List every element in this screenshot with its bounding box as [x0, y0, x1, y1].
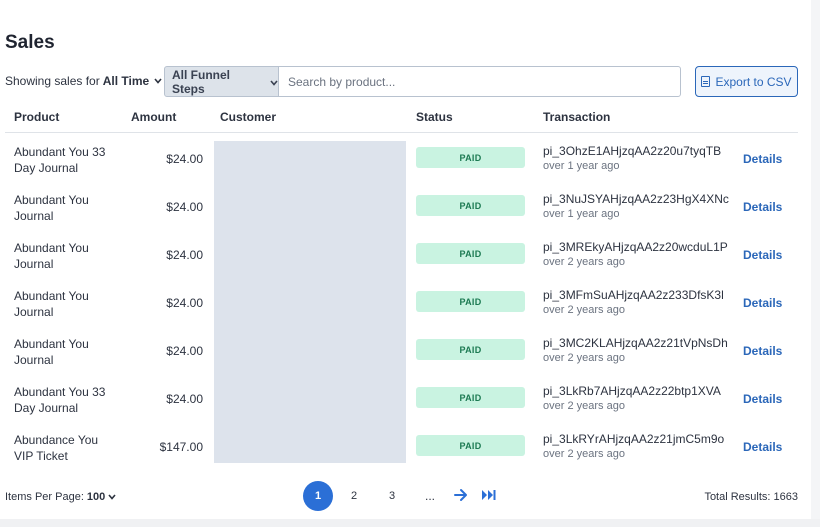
status-badge: PAID — [416, 339, 525, 360]
status-badge: PAID — [416, 435, 525, 456]
status-badge: PAID — [416, 195, 525, 216]
table-row: Abundance You VIP Ticket $147.00 PAID pi… — [0, 429, 811, 477]
transaction-id: pi_3MFmSuAHjzqAA2z233DfsK3l — [543, 288, 724, 302]
time-range-filter[interactable]: Showing sales for All Time — [5, 74, 162, 88]
details-link[interactable]: Details — [743, 392, 782, 406]
transaction-time: over 1 year ago — [543, 160, 620, 172]
export-label: Export to CSV — [715, 74, 792, 89]
page-button-2[interactable]: 2 — [351, 490, 357, 502]
transaction-id: pi_3LkRYrAHjzqAA2z21jmC5m9o — [543, 432, 725, 446]
file-icon — [701, 76, 711, 87]
transaction-id: pi_3MC2KLAHjzqAA2z21tVpNsDh — [543, 336, 728, 350]
product-cell: Abundant You Journal — [14, 193, 89, 223]
product-cell: Abundant You 33 Day Journal — [14, 385, 106, 415]
product-cell: Abundant You Journal — [14, 337, 89, 367]
transaction-time: over 2 years ago — [543, 256, 625, 268]
column-header-amount: Amount — [131, 110, 177, 124]
transaction-time: over 2 years ago — [543, 352, 625, 364]
details-link[interactable]: Details — [743, 296, 782, 310]
transaction-time: over 2 years ago — [543, 448, 625, 460]
export-csv-button[interactable]: Export to CSV — [695, 66, 798, 97]
items-per-page-value: 100 — [86, 491, 106, 503]
page-title: Sales — [5, 32, 55, 53]
items-per-page-label: Items Per Page: — [5, 491, 84, 503]
chevron-down-icon — [108, 491, 116, 503]
page-button-1[interactable]: 1 — [303, 481, 333, 511]
showing-prefix: Showing sales for — [5, 74, 100, 88]
items-per-page-select[interactable]: Items Per Page: 100 — [5, 491, 116, 503]
product-search-input[interactable] — [278, 66, 681, 97]
arrow-right-icon[interactable] — [454, 486, 468, 509]
table-row: Abundant You Journal $24.00 PAID pi_3MC2… — [0, 333, 811, 381]
amount-cell: $24.00 — [166, 296, 203, 310]
transaction-time: over 1 year ago — [543, 208, 620, 220]
status-badge: PAID — [416, 243, 525, 264]
table-row: Abundant You Journal $24.00 PAID pi_3MFm… — [0, 285, 811, 333]
chevron-down-icon — [270, 75, 278, 89]
funnel-step-select[interactable]: All Funnel Steps — [164, 66, 279, 97]
product-cell: Abundance You VIP Ticket — [14, 433, 99, 463]
transaction-id: pi_3LkRb7AHjzqAA2z22btp1XVA — [543, 384, 721, 398]
page-button-3[interactable]: 3 — [389, 490, 395, 502]
total-results: Total Results: 1663 — [704, 491, 798, 503]
header-divider — [5, 132, 798, 133]
transaction-time: over 2 years ago — [543, 400, 625, 412]
status-badge: PAID — [416, 291, 525, 312]
column-header-transaction: Transaction — [543, 110, 611, 124]
sales-card: Sales Showing sales for All Time All Fun… — [0, 0, 811, 519]
column-header-status: Status — [416, 110, 453, 124]
transaction-time: over 2 years ago — [543, 304, 625, 316]
amount-cell: $24.00 — [166, 344, 203, 358]
chevron-down-icon — [154, 76, 162, 86]
amount-cell: $24.00 — [166, 200, 203, 214]
table-row: Abundant You 33 Day Journal $24.00 PAID … — [0, 381, 811, 429]
table-row: Abundant You Journal $24.00 PAID pi_3MRE… — [0, 237, 811, 285]
status-badge: PAID — [416, 387, 525, 408]
product-cell: Abundant You 33 Day Journal — [14, 145, 106, 175]
amount-cell: $24.00 — [166, 152, 203, 166]
filter-toolbar: Showing sales for All Time All Funnel St… — [5, 66, 798, 97]
transaction-id: pi_3OhzE1AHjzqAA2z20u7tyqTB — [543, 144, 722, 158]
product-cell: Abundant You Journal — [14, 289, 89, 319]
details-link[interactable]: Details — [743, 200, 782, 214]
details-link[interactable]: Details — [743, 344, 782, 358]
amount-cell: $147.00 — [159, 440, 203, 454]
column-header-product: Product — [14, 110, 60, 124]
funnel-select-label: All Funnel Steps — [172, 67, 230, 96]
details-link[interactable]: Details — [743, 440, 782, 454]
details-link[interactable]: Details — [743, 248, 782, 262]
pagination-ellipsis: ... — [425, 489, 436, 503]
product-cell: Abundant You Journal — [14, 241, 89, 271]
amount-cell: $24.00 — [166, 392, 203, 406]
double-chevron-right-icon[interactable] — [481, 486, 497, 509]
time-range-value: All Time — [102, 74, 150, 88]
column-header-customer: Customer — [220, 110, 277, 124]
table-row: Abundant You Journal $24.00 PAID pi_3NuJ… — [0, 189, 811, 237]
transaction-id: pi_3MREkyAHjzqAA2z20wcduL1P — [543, 240, 728, 254]
page-bottom-edge — [0, 519, 820, 527]
transaction-id: pi_3NuJSYAHjzqAA2z23HgX4XNc — [543, 192, 729, 206]
status-badge: PAID — [416, 147, 525, 168]
amount-cell: $24.00 — [166, 248, 203, 262]
table-row: Abundant You 33 Day Journal $24.00 PAID … — [0, 141, 811, 189]
details-link[interactable]: Details — [743, 152, 782, 166]
